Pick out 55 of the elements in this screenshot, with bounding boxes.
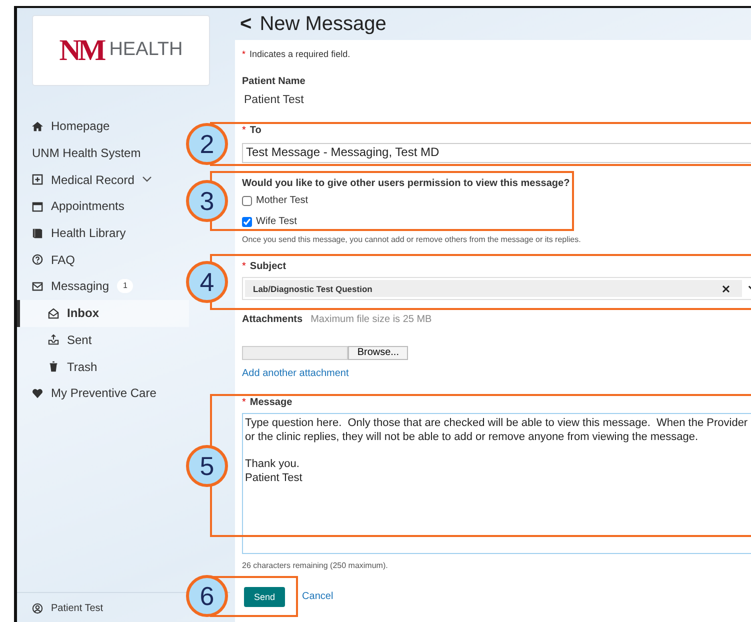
required-mark: * [242,49,246,60]
required-mark: * [242,261,246,274]
required-mark: * [242,124,246,137]
add-attachment-link[interactable]: Add another attachment [242,368,349,380]
field-label: To [250,124,262,137]
subject-select[interactable]: Lab/Diagnostic Test Question [242,277,751,300]
sidebar-item[interactable]: UNM Health System [17,140,141,166]
back-button[interactable]: < [240,9,252,39]
required-mark: * [242,397,246,410]
message-field[interactable]: Type question here. Only those that are checked will be able to view this message. When the Provider or the clinic replies, they will not be able to add or remove anyone from viewing the message. Thank you. Patient Test [242,413,751,554]
envelope-open-icon [48,308,59,319]
sidebar-item[interactable]: Homepage [17,113,110,140]
heart-icon [32,388,43,399]
sidebar-item[interactable]: Trash [17,353,98,380]
required-note: Indicates a required field. [250,49,350,60]
sidebar-item[interactable]: Appointments [17,193,124,220]
sidebar-item[interactable]: FAQ [17,246,76,274]
recipient-select[interactable]: Test Message - Messaging, Test MD [242,142,751,163]
clear-icon[interactable] [722,284,730,293]
count-badge: 1 [117,279,134,294]
calendar-icon [32,200,43,212]
envelope-icon [32,280,43,292]
sidebar-item[interactable]: Messaging 1 [17,273,134,300]
selected-subject: Lab/Diagnostic Test Question [253,284,372,294]
field-label: Patient Name [242,76,306,87]
medical-record-icon [32,174,43,186]
page-title: New Message [260,12,386,37]
book-icon [32,228,43,239]
permission-question: Would you like to give other users permission to view this message? [242,178,570,189]
checkbox[interactable] [242,216,252,227]
field-label: Attachments [242,314,303,326]
logo-mark: NM [59,33,104,69]
field-label: Message [250,397,292,410]
permission-note: Once you send this message, you cannot add or remove others from the message or its replies. [242,234,581,244]
field-label: Subject [250,261,286,274]
sidebar-item[interactable]: Inbox [17,300,189,326]
trash-icon [48,361,59,372]
tray-arrow-icon [48,334,59,346]
user-icon [32,603,43,614]
send-button[interactable]: Send [244,586,286,607]
checkbox-label: Wife Test [256,216,297,228]
cancel-link[interactable]: Cancel [302,590,334,603]
user-name: Patient Test [51,602,104,616]
sidebar-item[interactable]: My Preventive Care [17,380,156,407]
checkbox-label: Mother Test [256,194,308,207]
character-counter: 26 characters remaining (250 maximum). [242,561,388,570]
patient-name: Patient Test [244,94,304,106]
checkbox[interactable] [242,196,252,206]
sidebar-item[interactable]: Sent [17,326,92,354]
file-size-hint: Maximum file size is 25 MB [310,314,432,326]
sidebar-item[interactable]: Medical Record [17,166,158,194]
sidebar-item[interactable]: Health Library [17,220,126,246]
question-icon [32,254,43,266]
home-icon [32,120,43,132]
logo-text: HEALTH [109,38,183,62]
